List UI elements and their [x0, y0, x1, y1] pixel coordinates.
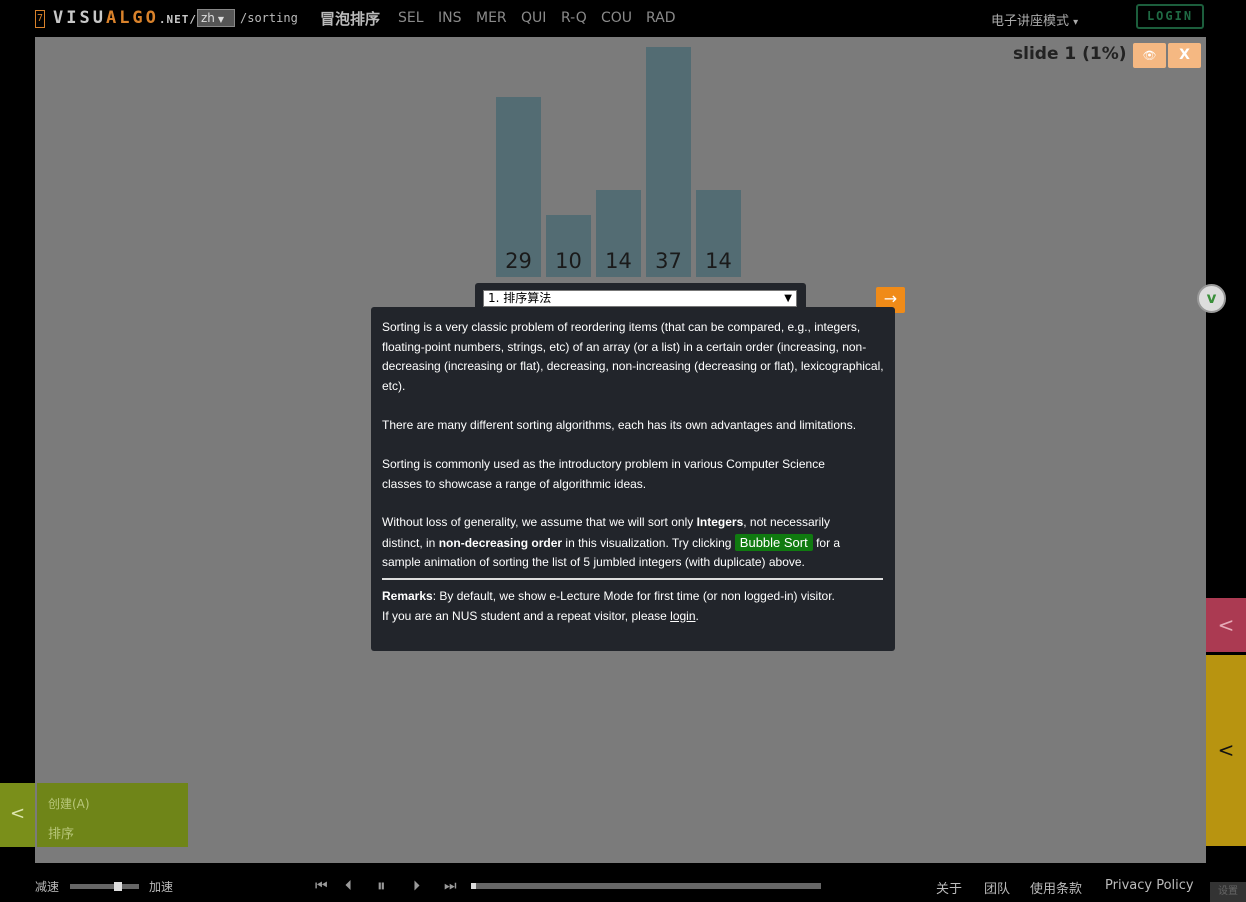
hide-lecture-button[interactable]: 👁 [1133, 43, 1166, 68]
chevron-down-icon: ▼ [784, 293, 792, 304]
logo-slash: / [189, 13, 198, 26]
p4-integers: Integers [696, 515, 744, 529]
settings-button[interactable]: 设置 [1210, 882, 1246, 902]
about-link[interactable]: 关于 [936, 878, 962, 897]
step-backward-icon[interactable]: ⏴ [345, 877, 352, 895]
lecture-paragraph-3: Sorting is commonly used as the introduc… [382, 457, 825, 491]
bar [646, 47, 691, 277]
lecture-paragraph-4: Without loss of generality, we assume th… [382, 513, 862, 573]
bubble-sort-link[interactable]: Bubble Sort [734, 533, 813, 551]
language-select[interactable]: zh ▼ [197, 9, 235, 27]
side-panel-toggle-red[interactable]: < [1206, 598, 1246, 652]
privacy-policy-link[interactable]: Privacy Policy [1105, 878, 1194, 893]
create-action[interactable]: 创建(A) [48, 795, 90, 812]
algo-tab-qui[interactable]: QUI [521, 10, 546, 26]
speed-slider[interactable] [70, 884, 139, 889]
remarks-text-b: If you are an NUS student and a repeat v… [382, 608, 671, 623]
login-button[interactable]: LOGIN [1136, 4, 1204, 29]
algo-tab-sel[interactable]: SEL [398, 10, 424, 26]
speed-fast-label: 加速 [149, 880, 174, 894]
algo-tab-rad[interactable]: RAD [646, 10, 676, 26]
lecture-paragraph-2: There are many different sorting algorit… [382, 418, 857, 432]
logo-visu: VISU [53, 8, 106, 28]
chevron-down-icon: ▼ [217, 15, 225, 24]
remarks-label: Remarks [382, 589, 433, 603]
slide-select-value: 1. 排序算法 [488, 291, 552, 305]
go-to-end-icon[interactable]: ⏭ [444, 877, 457, 895]
progress-bar[interactable] [471, 883, 821, 889]
remarks-paragraph: Remarks: By default, we show e-Lecture M… [382, 587, 887, 626]
algo-tab-cou[interactable]: COU [601, 10, 632, 26]
url-path: /sorting [240, 11, 298, 25]
terms-link[interactable]: 使用条款 [1030, 878, 1082, 897]
bar-value-label: 29 [505, 249, 532, 273]
close-lecture-button[interactable]: X [1168, 43, 1201, 68]
login-link[interactable]: login [670, 609, 695, 623]
go-to-beginning-icon[interactable]: ⏮ [315, 877, 328, 895]
top-navbar: 7 VISUALGO.NET/ zh ▼ /sorting 冒泡排序 SEL IN… [0, 0, 1246, 37]
hide-icon: 👁 [1142, 49, 1157, 62]
bar-value-label: 14 [605, 249, 632, 273]
algo-tab-mer[interactable]: MER [476, 10, 507, 26]
speed-slow-label: 减速 [35, 880, 60, 894]
algo-tab-ins[interactable]: INS [438, 10, 462, 26]
p4-text-e: in this visualization. Try clicking [562, 535, 735, 550]
action-panel-toggle[interactable]: < [0, 783, 35, 847]
logo-net: .NET [158, 13, 190, 26]
slide-select[interactable]: 1. 排序算法 ▼ [483, 290, 797, 307]
p4-text-a: Without loss of generality, we assume th… [382, 515, 697, 529]
slide-indicator: slide 1 (1%) [1013, 44, 1127, 64]
sort-action[interactable]: 排序 [48, 823, 74, 842]
logo-algo: ALGO [105, 8, 159, 28]
mode-label: 电子讲座模式 [991, 14, 1070, 29]
step-forward-icon[interactable]: ⏵ [413, 877, 420, 895]
pause-icon[interactable]: ⏸ [377, 877, 386, 895]
language-value: zh [201, 11, 215, 25]
p4-non-decreasing: non-decreasing order [438, 535, 563, 550]
logo-seven-icon[interactable]: 7 [35, 10, 45, 28]
bar-value-label: 37 [655, 249, 682, 273]
bar-value-label: 10 [555, 249, 582, 273]
lecture-paragraph-1: Sorting is a very classic problem of reo… [382, 320, 884, 393]
remarks-end: . [695, 608, 699, 623]
algo-tab-rq[interactable]: R-Q [561, 10, 587, 26]
progress-bar-fill [471, 883, 476, 889]
remarks-text-a: : By default, we show e-Lecture Mode for… [432, 589, 835, 603]
speed-slider-thumb[interactable] [114, 882, 123, 891]
youtube-icon[interactable]: v [1197, 284, 1226, 313]
mode-dropdown[interactable]: 电子讲座模式 ▾ [991, 10, 1078, 29]
bar-value-label: 14 [705, 249, 732, 273]
side-panel-toggle-gold[interactable]: < [1206, 655, 1246, 846]
active-algo-title[interactable]: 冒泡排序 [320, 8, 380, 29]
divider [382, 578, 883, 580]
team-link[interactable]: 团队 [984, 878, 1010, 897]
visualgo-logo[interactable]: VISUALGO.NET/ [53, 8, 197, 28]
caret-down-icon: ▾ [1073, 17, 1079, 28]
